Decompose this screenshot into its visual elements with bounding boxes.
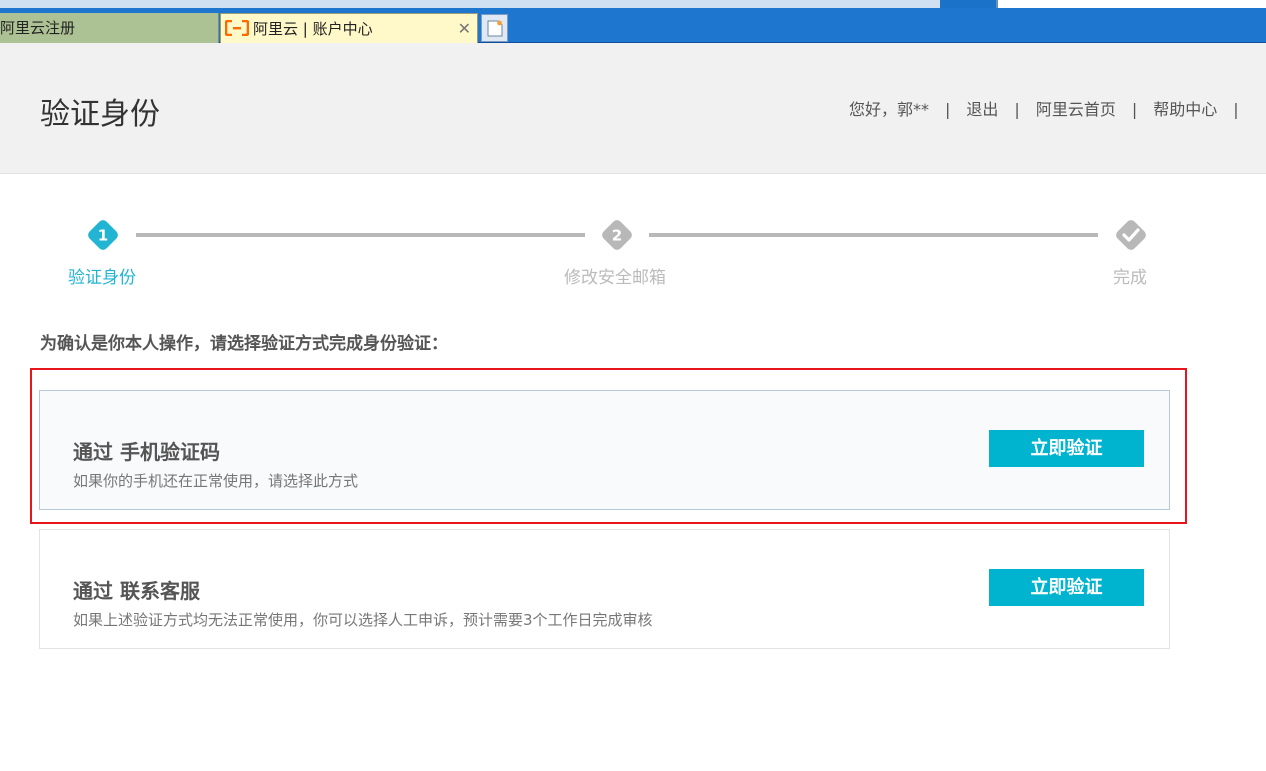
- close-icon[interactable]: ✕: [458, 14, 471, 43]
- step-number: 2: [612, 227, 622, 245]
- search-box-edge: [996, 0, 1266, 8]
- option-title: 通过 联系客服: [73, 579, 200, 603]
- check-icon: [1116, 220, 1146, 250]
- new-tab-button[interactable]: [481, 14, 508, 42]
- aliyun-logo-icon: [225, 20, 249, 36]
- tab-label: 阿里云注册: [0, 19, 76, 37]
- step-connector: [649, 233, 1098, 237]
- step-3-label: 完成: [1113, 268, 1147, 288]
- nav-separator: |: [945, 100, 951, 119]
- intro-text: 为确认是你本人操作，请选择验证方式完成身份验证：: [40, 334, 448, 354]
- verify-now-button[interactable]: 立即验证: [989, 430, 1144, 467]
- new-tab-icon: [487, 20, 503, 37]
- browser-tab-bar: 阿里云注册 阿里云 | 账户中心 ✕: [0, 8, 1266, 43]
- top-nav: 您好，郭** | 退出 | 阿里云首页 | 帮助中心 |: [849, 96, 1255, 120]
- nav-separator: |: [1233, 100, 1239, 119]
- step-2-label: 修改安全邮箱: [564, 268, 666, 288]
- step-connector: [136, 233, 585, 237]
- logout-link[interactable]: 退出: [966, 100, 998, 119]
- tab-label: 阿里云 | 账户中心: [253, 20, 373, 38]
- step-1-icon: 1: [88, 220, 118, 250]
- aliyun-home-link[interactable]: 阿里云首页: [1036, 100, 1116, 119]
- page-title: 验证身份: [40, 97, 160, 132]
- verify-now-button[interactable]: 立即验证: [989, 569, 1144, 606]
- address-bar-edge: [0, 0, 940, 8]
- help-center-link[interactable]: 帮助中心: [1153, 100, 1217, 119]
- page-header: 验证身份 您好，郭** | 退出 | 阿里云首页 | 帮助中心 |: [0, 43, 1266, 174]
- step-2-icon: 2: [602, 220, 632, 250]
- nav-separator: |: [1131, 100, 1138, 119]
- step-1-label: 验证身份: [68, 268, 136, 288]
- browser-toolbar-strip: [0, 0, 1266, 8]
- option-description: 如果你的手机还在正常使用，请选择此方式: [73, 472, 359, 490]
- verify-option-phone: 通过 手机验证码 如果你的手机还在正常使用，请选择此方式 立即验证: [39, 390, 1170, 510]
- user-greeting: 您好，郭**: [849, 100, 930, 119]
- tab-account-center[interactable]: 阿里云 | 账户中心 ✕: [220, 13, 478, 43]
- tab-aliyun-register[interactable]: 阿里云注册: [0, 13, 219, 43]
- option-description: 如果上述验证方式均无法正常使用，你可以选择人工申诉，预计需要3个工作日完成审核: [73, 611, 653, 629]
- step-number: 1: [98, 227, 108, 245]
- nav-separator: |: [1014, 100, 1020, 119]
- verify-option-support: 通过 联系客服 如果上述验证方式均无法正常使用，你可以选择人工申诉，预计需要3个…: [39, 529, 1170, 649]
- option-title: 通过 手机验证码: [73, 440, 220, 464]
